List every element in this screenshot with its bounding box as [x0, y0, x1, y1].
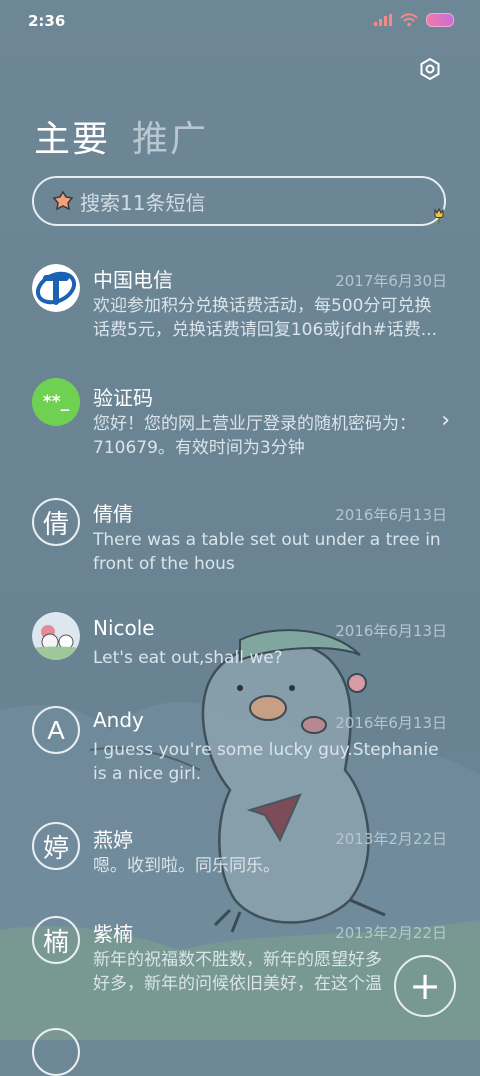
message-preview: There was a table set out under a tree i… [93, 530, 441, 574]
contact-name: 紫楠 [93, 922, 133, 946]
contact-name: Nicole [93, 616, 155, 640]
search-placeholder: 搜索11条短信 [80, 190, 206, 215]
message-preview: 新年的祝福数不胜数，新年的愿望好多好多，新年的问候依旧美好，在这个温馨的时刻 [93, 950, 382, 994]
letter-avatar: 楠 [32, 916, 80, 964]
tab-bar: 主要 推广 [34, 110, 208, 162]
conversation-row[interactable]: A Andy 2016年6月13日 I guess you're some lu… [0, 700, 480, 812]
contact-name: 倩倩 [93, 502, 133, 526]
message-date: 2016年6月13日 [335, 714, 447, 732]
wifi-icon [400, 13, 418, 27]
message-date: 2013年2月22日 [335, 924, 447, 942]
chevron-right-icon[interactable]: › [441, 408, 450, 433]
message-preview: 嗯。收到啦。同乐同乐。 [93, 856, 280, 876]
message-preview: 您好！您的网上营业厅登录的随机密码为：710679。有效时间为3分钟 [93, 414, 416, 458]
verification-avatar: **_ [32, 378, 80, 426]
conversation-row[interactable]: 中国电信 2017年6月30日 欢迎参加积分兑换话费活动，每500分可兑换话费5… [0, 256, 480, 368]
message-date: 2013年2月22日 [335, 830, 447, 848]
tab-main[interactable]: 主要 [34, 110, 110, 162]
status-time: 2:36 [28, 12, 66, 30]
signal-icon [374, 14, 392, 26]
plus-icon: + [409, 964, 441, 1008]
message-date: 2017年6月30日 [335, 272, 447, 290]
message-date: 2016年6月13日 [335, 622, 447, 640]
message-preview: I guess you're some lucky guy.Stephanie … [93, 740, 439, 784]
contact-name: Andy [93, 708, 144, 732]
contact-name: 燕婷 [93, 828, 133, 852]
contact-name: 中国电信 [93, 268, 173, 292]
settings-button[interactable] [418, 57, 442, 81]
tulip-icon [434, 208, 444, 224]
photo-avatar [32, 612, 80, 660]
message-date: 2016年6月13日 [335, 506, 447, 524]
letter-avatar: A [32, 706, 80, 754]
new-message-button[interactable]: + [394, 955, 456, 1017]
message-preview: Let's eat out,shall we? [93, 648, 283, 668]
contact-name: 验证码 [93, 386, 153, 410]
letter-avatar: 倩 [32, 498, 80, 546]
conversation-row[interactable]: 倩 倩倩 2016年6月13日 There was a table set ou… [0, 490, 480, 602]
letter-avatar: 婷 [32, 822, 80, 870]
search-input[interactable]: 搜索11条短信 [32, 176, 446, 226]
flower-search-icon [52, 190, 74, 211]
battery-icon [426, 13, 454, 27]
status-icons [374, 13, 454, 27]
conversation-row[interactable]: **_ 验证码 您好！您的网上营业厅登录的随机密码为：710679。有效时间为3… [0, 372, 480, 484]
china-telecom-logo-avatar [32, 264, 80, 312]
letter-avatar [32, 1028, 80, 1076]
tab-promotion[interactable]: 推广 [132, 110, 208, 162]
message-preview: 欢迎参加积分兑换话费活动，每500分可兑换话费5元，兑换话费请回复106或jfd… [93, 296, 437, 340]
